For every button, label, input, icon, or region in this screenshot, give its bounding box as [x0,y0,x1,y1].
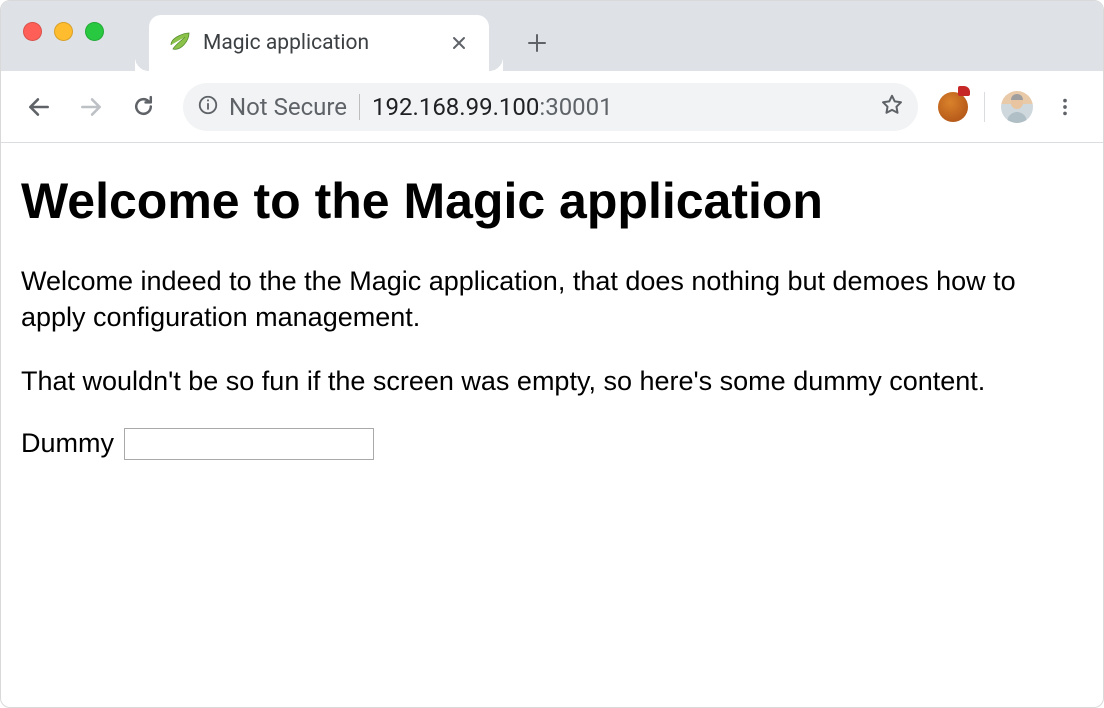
extension-cookie-icon[interactable] [938,92,968,122]
url-text: 192.168.99.100:30001 [372,93,868,121]
security-status[interactable]: Not Secure [197,93,347,121]
intro-paragraph-2: That wouldn't be so fun if the screen wa… [21,363,1083,399]
new-tab-button[interactable] [515,21,559,65]
tab-strip: Magic application [149,1,559,71]
window-close-button[interactable] [23,22,42,41]
security-label: Not Secure [229,93,347,121]
separator [359,94,360,120]
intro-paragraph-1: Welcome indeed to the the Magic applicat… [21,263,1083,336]
page-heading: Welcome to the Magic application [21,173,1083,231]
url-port: :30001 [539,93,612,121]
info-icon [197,94,219,120]
page-content: Welcome to the Magic application Welcome… [1,143,1103,707]
reload-button[interactable] [123,87,163,127]
spring-leaf-icon [167,31,191,55]
toolbar-divider [984,92,985,122]
window-maximize-button[interactable] [85,22,104,41]
window-minimize-button[interactable] [54,22,73,41]
toolbar: Not Secure 192.168.99.100:30001 [1,71,1103,143]
back-button[interactable] [19,87,59,127]
titlebar: Magic application [1,1,1103,71]
forward-button[interactable] [71,87,111,127]
tab-title: Magic application [203,31,437,55]
tab-close-button[interactable] [449,33,469,53]
dummy-label: Dummy [21,428,114,459]
address-bar[interactable]: Not Secure 192.168.99.100:30001 [183,83,918,131]
menu-button[interactable] [1045,87,1085,127]
bookmark-star-icon[interactable] [880,93,904,121]
profile-avatar[interactable] [1001,91,1033,123]
dummy-form-row: Dummy [21,428,1083,460]
dummy-input[interactable] [124,428,374,460]
browser-tab[interactable]: Magic application [149,15,489,71]
browser-window: Magic application Not Sec [0,0,1104,708]
url-host: 192.168.99.100 [372,93,539,121]
window-controls [1,1,104,61]
